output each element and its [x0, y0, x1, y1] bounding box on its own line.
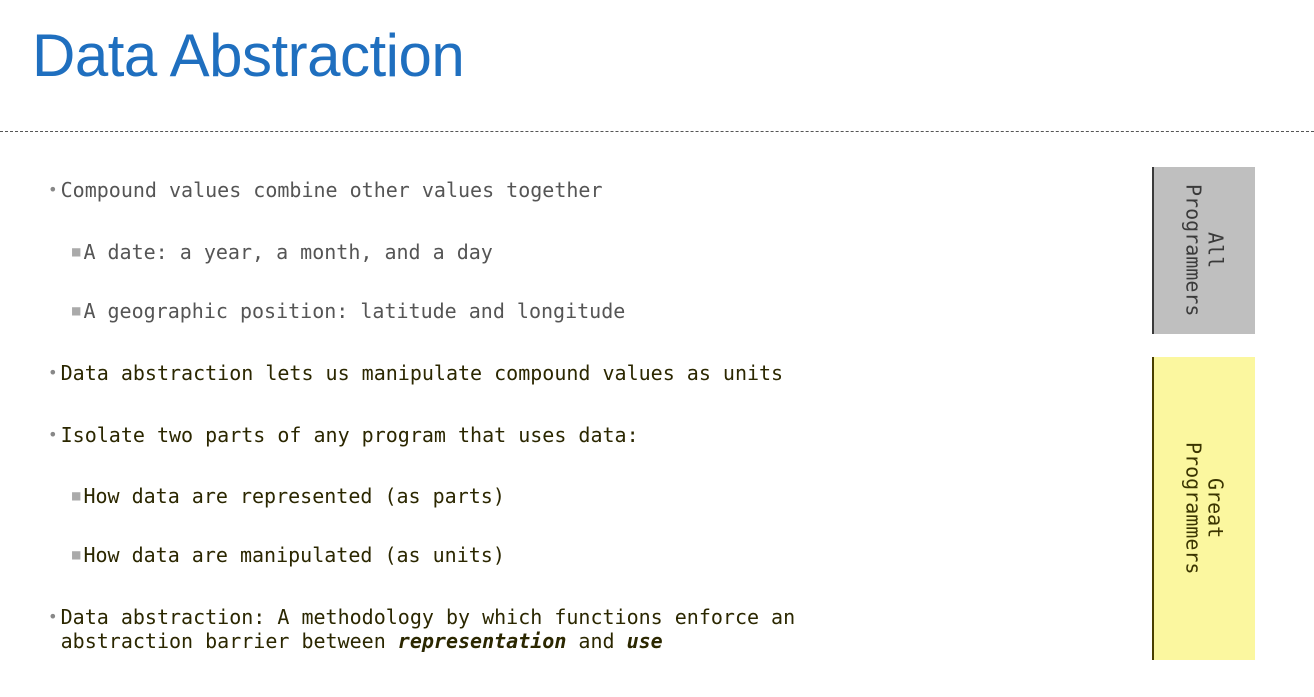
title-divider — [0, 131, 1314, 132]
all-programmers-label: All Programmers — [1181, 184, 1228, 317]
bullet-text-line-2-start: abstraction barrier between — [60, 629, 398, 653]
sub-bullet-item: ■ How data are represented (as parts) — [72, 484, 505, 508]
great-programmers-band: Great Programmers — [1152, 357, 1255, 660]
great-programmers-label: Great Programmers — [1181, 442, 1228, 575]
sub-bullet-text: How data are manipulated (as units) — [83, 543, 505, 567]
bullet-square-icon: ■ — [72, 244, 81, 260]
bullet-text: Data abstraction lets us manipulate comp… — [60, 361, 784, 385]
bullet-dot-icon: • — [48, 607, 58, 626]
bullet-text-line-2-mid: and — [566, 629, 627, 653]
slide-title: Data Abstraction — [32, 22, 465, 89]
bullet-text-line-1: Data abstraction: A methodology by which… — [60, 605, 796, 629]
bullet-item: • Data abstraction lets us manipulate com… — [48, 361, 783, 385]
sub-bullet-item: ■ How data are manipulated (as units) — [72, 543, 505, 567]
bullet-dot-icon: • — [48, 363, 58, 382]
sub-bullet-text: A date: a year, a month, and a day — [83, 240, 493, 264]
sub-bullet-text: A geographic position: latitude and long… — [83, 299, 626, 323]
bullet-text: Compound values combine other values tog… — [60, 178, 603, 202]
emphasis-representation: representation — [397, 629, 567, 653]
bullet-item: • Isolate two parts of any program that u… — [48, 423, 639, 447]
sub-bullet-item: ■ A date: a year, a month, and a day — [72, 240, 493, 264]
bullet-text: Isolate two parts of any program that us… — [60, 423, 639, 447]
all-programmers-band: All Programmers — [1152, 167, 1255, 334]
bullet-dot-icon: • — [48, 180, 58, 199]
bullet-item: • Data abstraction: A methodology by whic… — [48, 605, 795, 653]
bullet-text-multiline: Data abstraction: A methodology by which… — [61, 605, 796, 653]
sub-bullet-text: How data are represented (as parts) — [83, 484, 505, 508]
bullet-square-icon: ■ — [72, 488, 81, 504]
slide: Data Abstraction • Compound values combin… — [0, 0, 1314, 697]
bullet-item: • Compound values combine other values to… — [48, 178, 603, 202]
bullet-square-icon: ■ — [72, 547, 81, 563]
emphasis-use: use — [626, 629, 663, 653]
bullet-dot-icon: • — [48, 425, 58, 444]
sub-bullet-item: ■ A geographic position: latitude and lon… — [72, 299, 625, 323]
bullet-square-icon: ■ — [72, 303, 81, 319]
